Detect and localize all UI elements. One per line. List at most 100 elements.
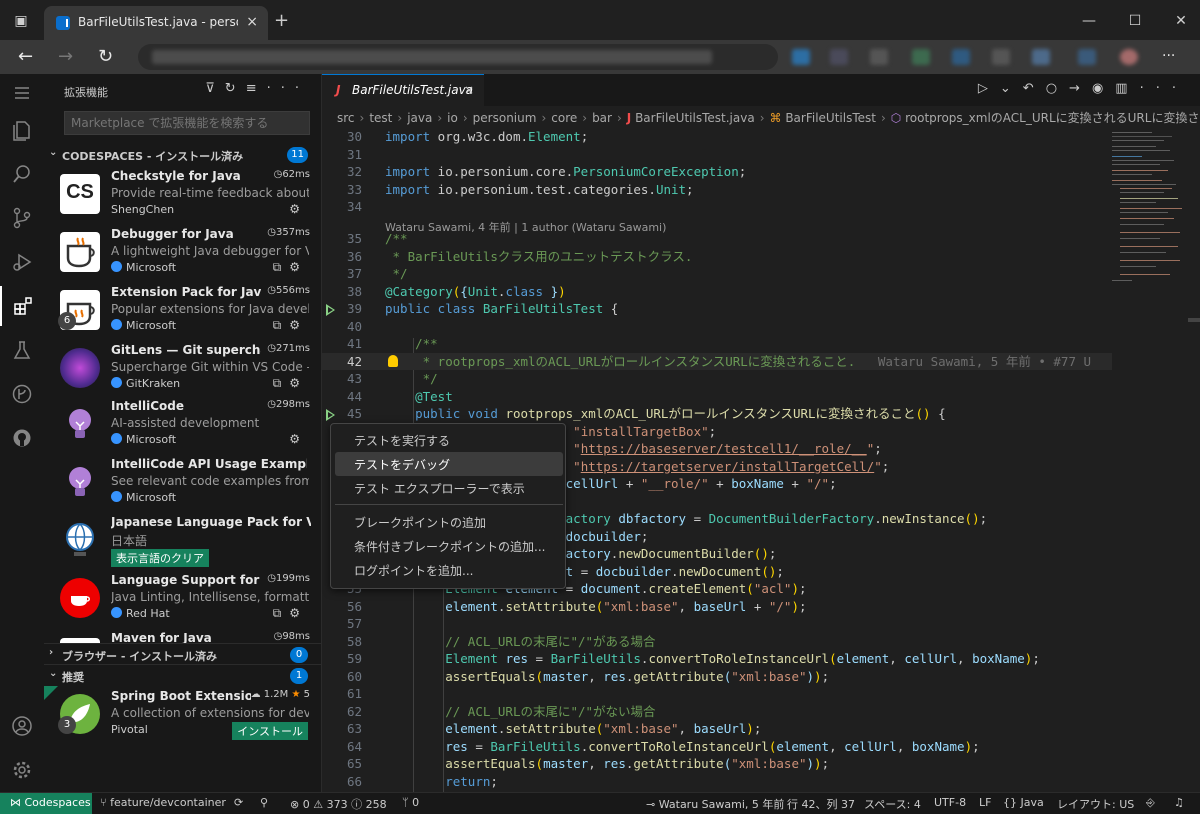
refresh-icon[interactable]: ↻ (225, 81, 246, 96)
forward-button[interactable]: → (58, 46, 73, 67)
new-tab-button[interactable]: + (274, 10, 289, 31)
manage-gear-icon[interactable]: ⚙ (289, 202, 308, 216)
breadcrumb-item[interactable]: src (337, 111, 355, 125)
section-installed-header[interactable]: ⌄ CODESPACES - インストール済み 11 (44, 144, 322, 166)
extension-icon[interactable] (870, 49, 888, 65)
extension-item[interactable]: Maven for Java ◷98ms (44, 628, 322, 643)
extension-icon[interactable] (830, 49, 848, 65)
browser-tab[interactable]: BarFileUtilsTest.java - personium × (44, 6, 268, 40)
account-icon[interactable] (0, 706, 44, 746)
browser-menu-button[interactable]: ··· (1162, 48, 1175, 64)
breadcrumb-item[interactable]: io (447, 111, 458, 125)
ports-status[interactable]: ᛘ 0 (402, 796, 419, 809)
run-icon[interactable]: ▷⌄ (978, 81, 1023, 96)
more-actions-icon[interactable]: ··· (1140, 81, 1188, 96)
tab-close-icon[interactable]: × (246, 14, 258, 30)
extension-item[interactable]: Japanese Language Pack for Visu... 日本語 表… (44, 512, 322, 570)
explorer-icon[interactable] (0, 110, 44, 150)
source-control-icon[interactable] (0, 198, 44, 238)
extension-icon[interactable] (1078, 49, 1096, 65)
menu-item-show-in-explorer[interactable]: テスト エクスプローラーで表示 (335, 476, 563, 500)
profile-avatar[interactable] (1120, 49, 1138, 65)
extension-icon[interactable] (992, 49, 1010, 65)
manage-actions[interactable]: ⧉⚙ (273, 318, 308, 333)
extension-item[interactable]: Debugger for Java ◷357ms A lightweight J… (44, 224, 322, 282)
sync-icon[interactable]: ⟳ (234, 796, 243, 809)
section-recommended-header[interactable]: ⌄ 推奨 1 (44, 664, 322, 686)
minimize-button[interactable]: — (1078, 10, 1100, 32)
manage-actions[interactable]: ⧉⚙ (273, 606, 308, 621)
run-debug-icon[interactable] (0, 242, 44, 282)
menu-item-run-test[interactable]: テストを実行する (335, 428, 563, 452)
breadcrumb-item[interactable]: java (407, 111, 432, 125)
menu-item-add-logpoint[interactable]: ログポイントを追加... (335, 558, 563, 582)
clear-display-language-button[interactable]: 表示言語のクリア (111, 549, 209, 567)
menu-item-add-conditional-breakpoint[interactable]: 条件付きブレークポイントの追加... (335, 534, 563, 558)
manage-actions[interactable]: ⧉⚙ (273, 376, 308, 391)
testing-icon[interactable] (0, 330, 44, 370)
tab-close-icon[interactable]: × (464, 83, 474, 97)
clear-icon[interactable]: ≡ (246, 81, 267, 96)
next-change-icon[interactable]: → (1069, 81, 1092, 96)
manage-actions[interactable]: ⧉⚙ (273, 260, 308, 275)
run-test-method-icon[interactable] (326, 409, 335, 421)
menu-item-add-breakpoint[interactable]: ブレークポイントの追加 (335, 510, 563, 534)
minimap[interactable] (1108, 128, 1188, 288)
section-browser-header[interactable]: › ブラウザー - インストール済み 0 (44, 643, 322, 665)
extension-item[interactable]: Language Support for Ja... ◷199ms Java L… (44, 570, 322, 628)
filter-icon[interactable]: ⊽ (205, 81, 225, 96)
extension-icon[interactable] (792, 49, 810, 65)
recommended-extension-item[interactable]: 3 Spring Boot Extensio... ☁ 1.2M ★ 5 A c… (44, 686, 322, 744)
indentation-status[interactable]: スペース: 4 (864, 796, 921, 812)
extension-item[interactable]: CS Checkstyle for Java ◷62ms Provide rea… (44, 166, 322, 224)
breadcrumb-item[interactable]: personium (473, 111, 537, 125)
feedback-icon[interactable]: ⎆ (1146, 796, 1155, 810)
breadcrumb-item[interactable]: bar (592, 111, 612, 125)
breadcrumb-item[interactable]: test (369, 111, 392, 125)
remote-indicator[interactable]: ⋈ Codespaces (0, 793, 92, 814)
encoding-status[interactable]: UTF-8 (934, 796, 966, 809)
reload-button[interactable]: ↻ (98, 46, 113, 67)
extensions-icon[interactable] (0, 286, 44, 326)
breadcrumb-item[interactable]: BarFileUtilsTest (785, 111, 876, 125)
maximize-button[interactable]: ☐ (1124, 10, 1146, 32)
extension-item[interactable]: IntelliCode ◷298ms AI-assisted developme… (44, 396, 322, 454)
keyboard-layout-status[interactable]: レイアウト: US (1057, 796, 1134, 812)
extension-item[interactable]: 6 Extension Pack for Java ◷556ms Popular… (44, 282, 322, 340)
git-graph-icon[interactable]: ⚲ (260, 796, 268, 809)
extension-icon[interactable] (1032, 49, 1050, 65)
extension-item[interactable]: IntelliCode API Usage Examples See relev… (44, 454, 322, 512)
extension-item[interactable]: GitLens — Git supercharg... ◷271ms Super… (44, 340, 322, 398)
breadcrumb-item[interactable]: BarFileUtilsTest.java (635, 111, 755, 125)
back-button[interactable]: ← (18, 46, 33, 67)
split-editor-icon[interactable]: ▥ (1115, 81, 1139, 96)
breadcrumb-item[interactable]: core (551, 111, 577, 125)
menu-item-debug-test[interactable]: テストをデバッグ (335, 452, 563, 476)
gitlens-icon[interactable] (0, 374, 44, 414)
gitlens-inspect-icon[interactable]: ◉ (1092, 81, 1115, 96)
tab-actions-icon[interactable]: ▣ (10, 10, 32, 32)
install-button[interactable]: インストール (232, 722, 308, 740)
menu-icon[interactable] (0, 74, 44, 114)
go-back-icon[interactable]: ↶ (1023, 81, 1046, 96)
extension-search-input[interactable] (64, 111, 310, 135)
manage-gear-icon[interactable]: ⚙ (289, 432, 308, 446)
language-status[interactable]: {} Java (1003, 796, 1044, 809)
cursor-position[interactable]: 行 42、列 37 (787, 796, 855, 812)
github-icon[interactable] (0, 418, 44, 458)
scrollbar-thumb[interactable] (1188, 318, 1200, 322)
extension-icon[interactable] (912, 49, 930, 65)
extension-icon[interactable] (952, 49, 970, 65)
address-bar[interactable] (138, 44, 778, 70)
vertical-scrollbar[interactable] (1188, 128, 1200, 792)
problems-status[interactable]: ⊗ 0 ⚠ 373 ⓘ 258 (290, 796, 387, 812)
eol-status[interactable]: LF (979, 796, 991, 809)
notifications-bell-icon[interactable]: ♫ (1174, 796, 1184, 809)
lightbulb-icon[interactable] (388, 355, 398, 367)
run-test-class-icon[interactable] (326, 304, 335, 316)
changes-icon[interactable]: ○ (1046, 81, 1069, 96)
editor-tab-active[interactable]: J BarFileUtilsTest.java × (322, 74, 484, 106)
branch-status[interactable]: ⑂ feature/devcontainer (100, 796, 226, 809)
git-blame-status[interactable]: ⊸ Wataru Sawami, 5 年前 (646, 796, 784, 812)
more-actions-icon[interactable]: ··· (267, 81, 309, 96)
